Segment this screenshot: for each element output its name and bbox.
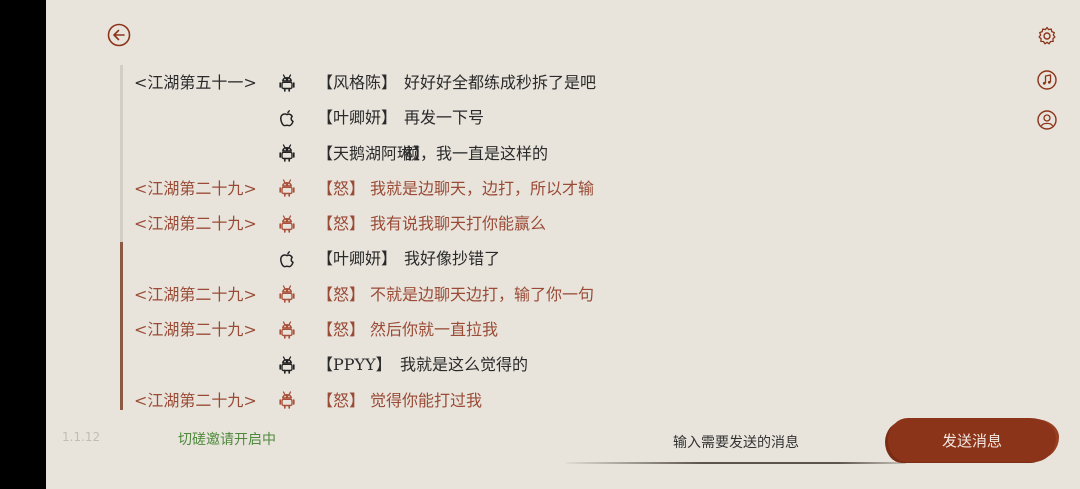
android-icon xyxy=(277,65,297,100)
android-icon xyxy=(277,206,297,241)
message-text: 我就是边聊天，边打，所以才输 xyxy=(370,178,595,198)
profile-button[interactable] xyxy=(1036,109,1058,131)
android-icon xyxy=(277,171,297,206)
version-label: 1.1.12 xyxy=(62,430,101,444)
message-sender[interactable]: 【PPYY】 xyxy=(317,347,392,382)
message-text: 再发一下号 xyxy=(404,108,485,128)
message-text: 我就是这么觉得的 xyxy=(400,355,529,375)
gear-icon xyxy=(1038,26,1056,45)
message-server: <江湖第五十一> xyxy=(134,73,257,92)
message-text: 额，我一直是这样的 xyxy=(404,143,549,163)
message-text: 然后你就一直拉我 xyxy=(370,320,499,340)
music-button[interactable] xyxy=(1036,69,1058,91)
android-icon xyxy=(277,136,297,171)
chat-message: 【叶卿妍】 再发一下号 xyxy=(0,100,700,135)
chat-message: <江湖第二十九> 【怒】 我就是边聊天，边打，所以才输 xyxy=(0,171,700,206)
chat-message: <江湖第二十九> 【怒】 不就是边聊天边打，输了你一句 xyxy=(0,277,700,312)
chat-message: 【叶卿妍】 我好像抄错了 xyxy=(0,241,700,276)
message-server: <江湖第二十九> xyxy=(134,178,257,198)
chat-input[interactable] xyxy=(566,424,906,462)
message-server: <江湖第二十九> xyxy=(134,214,257,234)
chat-message-list: <江湖第五十一> 【风格陈】 好好好全都练成秒拆了是吧 【叶卿妍】 再发一下号 【天… xyxy=(0,65,700,418)
chat-message: <江湖第二十九> 【怒】 我有说我聊天打你能赢么 xyxy=(0,206,700,241)
message-text: 我好像抄错了 xyxy=(404,249,501,269)
message-sender[interactable]: 【怒】 xyxy=(317,171,365,206)
chat-message: <江湖第二十九> 【怒】 觉得你能打过我 xyxy=(0,383,700,418)
android-icon xyxy=(277,312,297,347)
apple-icon xyxy=(277,241,297,276)
message-server: <江湖第二十九> xyxy=(134,390,257,410)
user-icon xyxy=(1037,110,1057,130)
message-server: <江湖第二十九> xyxy=(134,320,257,340)
message-sender[interactable]: 【叶卿妍】 xyxy=(317,241,397,276)
message-sender[interactable]: 【叶卿妍】 xyxy=(317,100,397,135)
chat-input-wrapper xyxy=(566,424,906,464)
message-text: 我有说我聊天打你能赢么 xyxy=(370,214,547,234)
message-text: 不就是边聊天边打，输了你一句 xyxy=(370,284,595,304)
message-sender[interactable]: 【怒】 xyxy=(317,206,365,241)
music-note-icon xyxy=(1037,70,1057,90)
back-arrow-icon xyxy=(107,23,131,47)
message-server: <江湖第二十九> xyxy=(134,284,257,304)
android-icon xyxy=(277,347,297,382)
back-button[interactable] xyxy=(107,23,131,47)
message-sender[interactable]: 【怒】 xyxy=(317,383,365,418)
message-text: 好好好全都练成秒拆了是吧 xyxy=(404,73,597,92)
android-icon xyxy=(277,277,297,312)
chat-message: 【PPYY】 我就是这么觉得的 xyxy=(0,347,700,382)
message-sender[interactable]: 【风格陈】 xyxy=(317,65,397,100)
chat-input-underline xyxy=(566,462,906,464)
invite-status: 切磋邀请开启中 xyxy=(178,432,276,448)
message-sender[interactable]: 【怒】 xyxy=(317,277,365,312)
send-message-button[interactable]: 发送消息 xyxy=(888,418,1056,462)
chat-message: <江湖第二十九> 【怒】 然后你就一直拉我 xyxy=(0,312,700,347)
apple-icon xyxy=(277,100,297,135)
chat-message: 【天鹅湖阿琳】 额，我一直是这样的 xyxy=(0,136,700,171)
settings-button[interactable] xyxy=(1036,25,1058,47)
android-icon xyxy=(277,383,297,418)
message-sender[interactable]: 【怒】 xyxy=(317,312,365,347)
message-text: 觉得你能打过我 xyxy=(370,390,483,410)
chat-message: <江湖第五十一> 【风格陈】 好好好全都练成秒拆了是吧 xyxy=(0,65,700,100)
